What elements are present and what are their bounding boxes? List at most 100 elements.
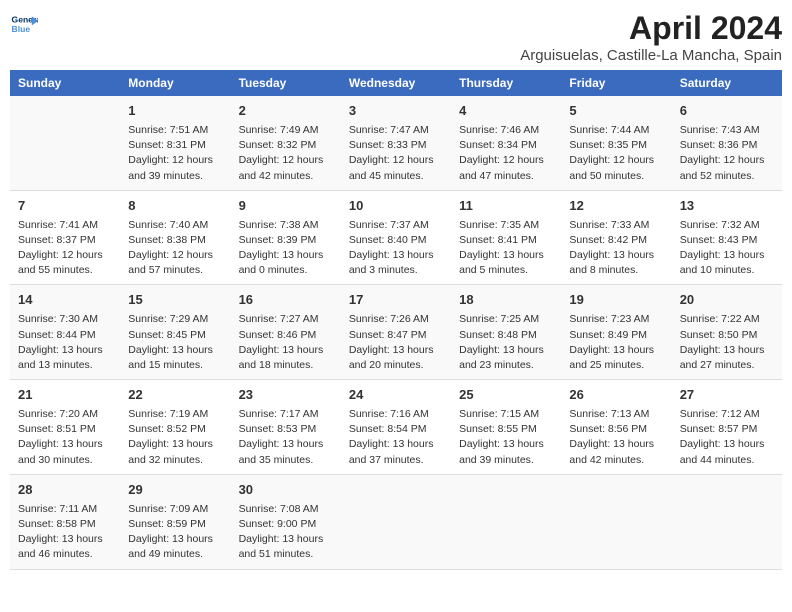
day-number: 27 [680, 386, 774, 405]
page-subtitle: Arguisuelas, Castille-La Mancha, Spain [520, 47, 782, 64]
calendar-table: SundayMondayTuesdayWednesdayThursdayFrid… [10, 70, 782, 570]
day-number: 6 [680, 102, 774, 121]
calendar-week-1: 1Sunrise: 7:51 AM Sunset: 8:31 PM Daylig… [10, 96, 782, 190]
calendar-cell: 24Sunrise: 7:16 AM Sunset: 8:54 PM Dayli… [341, 380, 451, 475]
day-number: 8 [128, 197, 222, 216]
calendar-cell [10, 96, 120, 190]
calendar-cell: 22 Sunrise: 7:19 AM Sunset: 8:52 PM Dayli… [120, 380, 230, 475]
day-number: 14 [18, 291, 112, 310]
cell-info: Sunrise: 7:17 AM Sunset: 8:53 PM Dayligh… [239, 407, 333, 468]
calendar-cell: 19 Sunrise: 7:23 AM Sunset: 8:49 PM Dayli… [561, 285, 671, 380]
day-number: 25 [459, 386, 553, 405]
calendar-week-5: 28 Sunrise: 7:11 AM Sunset: 8:58 PM Dayli… [10, 474, 782, 569]
calendar-cell: 14 Sunrise: 7:30 AM Sunset: 8:44 PM Dayli… [10, 285, 120, 380]
cell-info: Sunrise: 7:51 AM Sunset: 8:31 PM Dayligh… [128, 123, 222, 184]
cell-info: Sunrise: 7:40 AM Sunset: 8:38 PM Dayligh… [128, 218, 222, 279]
calendar-cell: 3 Sunrise: 7:47 AM Sunset: 8:33 PM Daylig… [341, 96, 451, 190]
calendar-header-friday: Friday [561, 70, 671, 96]
day-number: 2 [239, 102, 333, 121]
cell-info: Sunrise: 7:25 AM Sunset: 8:48 PM Dayligh… [459, 312, 553, 373]
calendar-cell: 11 Sunrise: 7:35 AM Sunset: 8:41 PM Dayli… [451, 190, 561, 285]
calendar-cell: 7 Sunrise: 7:41 AM Sunset: 8:37 PM Daylig… [10, 190, 120, 285]
calendar-cell [672, 474, 782, 569]
cell-info: Sunrise: 7:08 AM Sunset: 9:00 PM Dayligh… [239, 502, 333, 563]
cell-info: Sunrise: 7:13 AM Sunset: 8:56 PM Dayligh… [569, 407, 663, 468]
day-number: 16 [239, 291, 333, 310]
logo-icon: General Blue [10, 10, 38, 38]
cell-info: Sunrise: 7:26 AM Sunset: 8:47 PM Dayligh… [349, 312, 443, 373]
day-number: 24 [349, 386, 443, 405]
cell-info: Sunrise: 7:49 AM Sunset: 8:32 PM Dayligh… [239, 123, 333, 184]
calendar-cell: 2 Sunrise: 7:49 AM Sunset: 8:32 PM Daylig… [231, 96, 341, 190]
cell-info: Sunrise: 7:20 AM Sunset: 8:51 PM Dayligh… [18, 407, 112, 468]
cell-info: Sunrise: 7:30 AM Sunset: 8:44 PM Dayligh… [18, 312, 112, 373]
calendar-cell: 18 Sunrise: 7:25 AM Sunset: 8:48 PM Dayli… [451, 285, 561, 380]
day-number: 18 [459, 291, 553, 310]
cell-info: Sunrise: 7:47 AM Sunset: 8:33 PM Dayligh… [349, 123, 443, 184]
calendar-cell: 17 Sunrise: 7:26 AM Sunset: 8:47 PM Dayli… [341, 285, 451, 380]
calendar-cell: 27 Sunrise: 7:12 AM Sunset: 8:57 PM Dayli… [672, 380, 782, 475]
day-number: 22 [128, 386, 222, 405]
day-number: 3 [349, 102, 443, 121]
calendar-cell: 26Sunrise: 7:13 AM Sunset: 8:56 PM Dayli… [561, 380, 671, 475]
calendar-cell: 13 Sunrise: 7:32 AM Sunset: 8:43 PM Dayli… [672, 190, 782, 285]
calendar-header-row: SundayMondayTuesdayWednesdayThursdayFrid… [10, 70, 782, 96]
cell-info: Sunrise: 7:35 AM Sunset: 8:41 PM Dayligh… [459, 218, 553, 279]
calendar-header-wednesday: Wednesday [341, 70, 451, 96]
day-number: 28 [18, 481, 112, 500]
day-number: 20 [680, 291, 774, 310]
cell-info: Sunrise: 7:43 AM Sunset: 8:36 PM Dayligh… [680, 123, 774, 184]
calendar-cell: 15Sunrise: 7:29 AM Sunset: 8:45 PM Dayli… [120, 285, 230, 380]
cell-info: Sunrise: 7:33 AM Sunset: 8:42 PM Dayligh… [569, 218, 663, 279]
calendar-cell: 8 Sunrise: 7:40 AM Sunset: 8:38 PM Daylig… [120, 190, 230, 285]
day-number: 29 [128, 481, 222, 500]
calendar-week-4: 21 Sunrise: 7:20 AM Sunset: 8:51 PM Dayli… [10, 380, 782, 475]
logo: General Blue [10, 10, 38, 38]
cell-info: Sunrise: 7:37 AM Sunset: 8:40 PM Dayligh… [349, 218, 443, 279]
calendar-cell: 30 Sunrise: 7:08 AM Sunset: 9:00 PM Dayli… [231, 474, 341, 569]
calendar-cell: 1Sunrise: 7:51 AM Sunset: 8:31 PM Daylig… [120, 96, 230, 190]
cell-info: Sunrise: 7:41 AM Sunset: 8:37 PM Dayligh… [18, 218, 112, 279]
calendar-cell: 10Sunrise: 7:37 AM Sunset: 8:40 PM Dayli… [341, 190, 451, 285]
cell-info: Sunrise: 7:19 AM Sunset: 8:52 PM Dayligh… [128, 407, 222, 468]
calendar-cell [561, 474, 671, 569]
cell-info: Sunrise: 7:29 AM Sunset: 8:45 PM Dayligh… [128, 312, 222, 373]
day-number: 30 [239, 481, 333, 500]
calendar-cell: 12Sunrise: 7:33 AM Sunset: 8:42 PM Dayli… [561, 190, 671, 285]
calendar-week-3: 14 Sunrise: 7:30 AM Sunset: 8:44 PM Dayli… [10, 285, 782, 380]
day-number: 5 [569, 102, 663, 121]
calendar-header-saturday: Saturday [672, 70, 782, 96]
day-number: 11 [459, 197, 553, 216]
calendar-cell [451, 474, 561, 569]
cell-info: Sunrise: 7:15 AM Sunset: 8:55 PM Dayligh… [459, 407, 553, 468]
calendar-header-tuesday: Tuesday [231, 70, 341, 96]
calendar-cell: 23 Sunrise: 7:17 AM Sunset: 8:53 PM Dayli… [231, 380, 341, 475]
cell-info: Sunrise: 7:23 AM Sunset: 8:49 PM Dayligh… [569, 312, 663, 373]
calendar-header-thursday: Thursday [451, 70, 561, 96]
svg-text:Blue: Blue [12, 24, 31, 34]
cell-info: Sunrise: 7:12 AM Sunset: 8:57 PM Dayligh… [680, 407, 774, 468]
calendar-cell: 5Sunrise: 7:44 AM Sunset: 8:35 PM Daylig… [561, 96, 671, 190]
cell-info: Sunrise: 7:11 AM Sunset: 8:58 PM Dayligh… [18, 502, 112, 563]
calendar-cell: 6 Sunrise: 7:43 AM Sunset: 8:36 PM Daylig… [672, 96, 782, 190]
cell-info: Sunrise: 7:27 AM Sunset: 8:46 PM Dayligh… [239, 312, 333, 373]
cell-info: Sunrise: 7:32 AM Sunset: 8:43 PM Dayligh… [680, 218, 774, 279]
title-area: April 2024 Arguisuelas, Castille-La Manc… [520, 10, 782, 64]
day-number: 21 [18, 386, 112, 405]
calendar-week-2: 7 Sunrise: 7:41 AM Sunset: 8:37 PM Daylig… [10, 190, 782, 285]
calendar-cell: 21 Sunrise: 7:20 AM Sunset: 8:51 PM Dayli… [10, 380, 120, 475]
calendar-cell [341, 474, 451, 569]
day-number: 7 [18, 197, 112, 216]
calendar-cell: 28 Sunrise: 7:11 AM Sunset: 8:58 PM Dayli… [10, 474, 120, 569]
cell-info: Sunrise: 7:22 AM Sunset: 8:50 PM Dayligh… [680, 312, 774, 373]
calendar-header-monday: Monday [120, 70, 230, 96]
day-number: 13 [680, 197, 774, 216]
day-number: 19 [569, 291, 663, 310]
calendar-cell: 20 Sunrise: 7:22 AM Sunset: 8:50 PM Dayli… [672, 285, 782, 380]
day-number: 17 [349, 291, 443, 310]
day-number: 23 [239, 386, 333, 405]
calendar-cell: 4Sunrise: 7:46 AM Sunset: 8:34 PM Daylig… [451, 96, 561, 190]
cell-info: Sunrise: 7:46 AM Sunset: 8:34 PM Dayligh… [459, 123, 553, 184]
header: General Blue April 2024 Arguisuelas, Cas… [10, 10, 782, 64]
day-number: 9 [239, 197, 333, 216]
